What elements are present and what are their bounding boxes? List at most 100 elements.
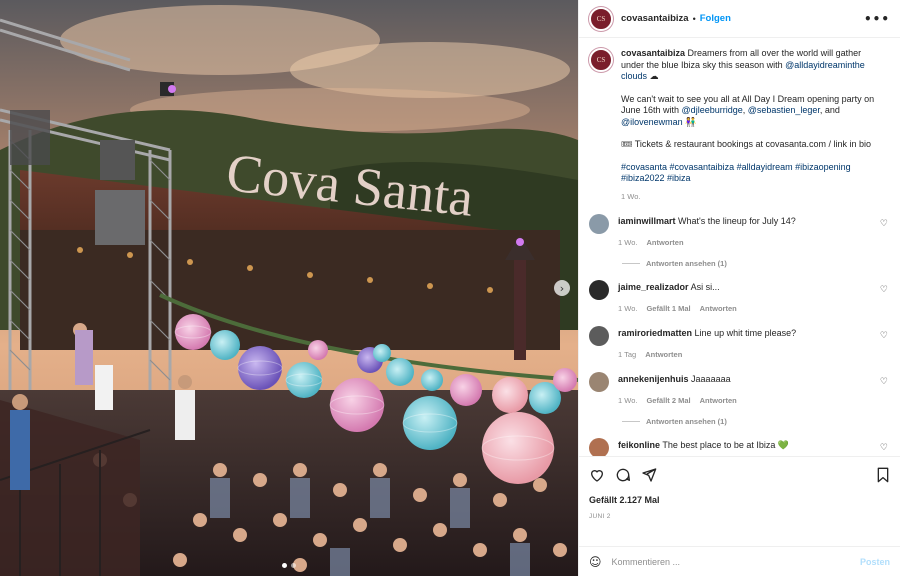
reply-button[interactable]: Antworten — [700, 395, 737, 407]
comment-likes[interactable]: Gefällt 2 Mal — [646, 395, 690, 407]
people-emoji-icon: 👫 — [685, 116, 697, 127]
caption-paragraph-2: We can't wait to see you all at All Day … — [621, 94, 883, 129]
post-date[interactable]: JUNI 2 — [589, 513, 890, 520]
bookmark-icon[interactable] — [876, 467, 890, 485]
comment-item: ramiroriedmatten Line up whit time pleas… — [589, 326, 890, 360]
profile-avatar[interactable]: CS — [589, 6, 613, 31]
caption-avatar[interactable]: CS — [589, 48, 613, 72]
comment-text: Asi si... — [690, 282, 720, 292]
comment-time[interactable]: 1 Wo. — [618, 303, 637, 315]
comment-like-icon[interactable]: ♡ — [880, 285, 888, 295]
separator-dot: • — [692, 13, 696, 24]
caption-paragraph-3: 🎟 Tickets & restaurant bookings at covas… — [621, 139, 872, 149]
commenter-avatar[interactable] — [589, 438, 609, 456]
comment-username[interactable]: jaime_realizador — [618, 282, 689, 292]
heart-icon[interactable] — [589, 467, 605, 485]
comment-time[interactable]: 1 Tag — [618, 349, 636, 361]
comment-item: annekenijenhuis Jaaaaaaa 1 Wo. Gefällt 2 M… — [589, 372, 890, 426]
cloud-emoji-icon: ☁ — [649, 71, 659, 81]
replies-line — [622, 421, 640, 422]
comment-body: iaminwillmart What's the lineup for July… — [618, 216, 868, 248]
replies-line — [622, 263, 640, 264]
comments-scroll-area[interactable]: CS covasantaibiza Dreamers from all over… — [579, 38, 900, 456]
emoji-icon[interactable]: ☺ — [589, 555, 602, 569]
comment-like-icon[interactable]: ♡ — [880, 443, 888, 453]
comment-meta: 1 Wo. Antworten — [618, 237, 868, 249]
post-side-panel: CS covasantaibiza • Folgen ••• CS covasa… — [578, 0, 900, 576]
next-image-button[interactable]: › — [554, 280, 570, 296]
commenter-avatar[interactable] — [589, 326, 609, 346]
comment-time[interactable]: 1 Wo. — [618, 395, 637, 407]
caption-username[interactable]: covasantaibiza — [621, 48, 685, 58]
post-caption: CS covasantaibiza Dreamers from all over… — [589, 48, 890, 202]
comment-text: Line up whit time please? — [694, 328, 797, 338]
comment-like-icon[interactable]: ♡ — [880, 219, 888, 229]
comment-like-icon[interactable]: ♡ — [880, 331, 888, 341]
commenter-avatar[interactable] — [589, 372, 609, 392]
view-replies-label: Antworten ansehen (1) — [646, 417, 727, 426]
post-header: CS covasantaibiza • Folgen ••• — [579, 0, 900, 38]
reply-button[interactable]: Antworten — [645, 349, 682, 361]
comment-icon[interactable] — [615, 467, 631, 485]
comment-row: annekenijenhuis Jaaaaaaa 1 Wo. Gefällt 2 M… — [589, 372, 890, 406]
separator-text: , and — [819, 105, 840, 115]
caption-body: covasantaibiza Dreamers from all over th… — [621, 48, 883, 202]
comment-username[interactable]: iaminwillmart — [618, 216, 676, 226]
comment-meta: 1 Wo. Gefällt 2 Mal Antworten — [618, 395, 868, 407]
comment-row: iaminwillmart What's the lineup for July… — [589, 214, 890, 248]
comment-username[interactable]: feikonline — [618, 440, 660, 450]
comment-likes[interactable]: Gefällt 1 Mal — [646, 303, 690, 315]
comment-username[interactable]: annekenijenhuis — [618, 374, 689, 384]
carousel-dot — [291, 563, 296, 568]
view-replies-label: Antworten ansehen (1) — [646, 259, 727, 268]
caption-time[interactable]: 1 Wo. — [621, 191, 883, 203]
comment-row: feikonline The best place to be at Ibiza… — [589, 438, 890, 456]
more-options-icon[interactable]: ••• — [864, 12, 890, 26]
comment-composer: ☺ Posten — [579, 546, 900, 576]
comment-body: annekenijenhuis Jaaaaaaa 1 Wo. Gefällt 2 M… — [618, 374, 868, 406]
comment-row: ramiroriedmatten Line up whit time pleas… — [589, 326, 890, 360]
hashtags[interactable]: #covasanta #covasantaibiza #alldayidream… — [621, 162, 883, 185]
comment-item: jaime_realizador Asi si... 1 Wo. Gefällt 1… — [589, 280, 890, 314]
comments-list: iaminwillmart What's the lineup for July… — [589, 214, 890, 456]
comment-input[interactable] — [611, 556, 860, 567]
comment-row: jaime_realizador Asi si... 1 Wo. Gefällt 1… — [589, 280, 890, 314]
post-viewer: Cova Santa › CS covasantaibiza • Folgen … — [0, 0, 900, 576]
comment-item: iaminwillmart What's the lineup for July… — [589, 214, 890, 268]
avatar-initials: CS — [596, 14, 606, 23]
comment-text: The best place to be at Ibiza 💚 — [662, 440, 790, 450]
comment-item: feikonline The best place to be at Ibiza… — [589, 438, 890, 456]
caption-paragraph-1: covasantaibiza Dreamers from all over th… — [621, 48, 883, 83]
action-icons — [589, 465, 890, 487]
avatar-initials: CS — [596, 56, 606, 64]
send-icon[interactable] — [641, 467, 657, 485]
view-replies-button[interactable]: Antworten ansehen (1) — [622, 259, 890, 268]
comment-body: jaime_realizador Asi si... 1 Wo. Gefällt 1… — [618, 282, 868, 314]
carousel-dots — [282, 563, 296, 568]
comment-meta: 1 Wo. Gefällt 1 Mal Antworten — [618, 303, 868, 315]
mention-link[interactable]: @sebastien_leger — [748, 105, 820, 115]
reply-button[interactable]: Antworten — [700, 303, 737, 315]
comment-like-icon[interactable]: ♡ — [880, 377, 888, 387]
commenter-avatar[interactable] — [589, 214, 609, 234]
party-photo-illustration: Cova Santa — [0, 0, 578, 576]
follow-button[interactable]: Folgen — [700, 13, 731, 24]
comment-text: What's the lineup for July 14? — [678, 216, 796, 226]
reply-button[interactable]: Antworten — [646, 237, 683, 249]
comment-username[interactable]: ramiroriedmatten — [618, 328, 692, 338]
comment-text: Jaaaaaaa — [691, 374, 731, 384]
commenter-avatar[interactable] — [589, 280, 609, 300]
comment-body: ramiroriedmatten Line up whit time pleas… — [618, 328, 868, 360]
post-comment-button[interactable]: Posten — [860, 557, 890, 567]
comment-body: feikonline The best place to be at Ibiza… — [618, 440, 868, 456]
post-photo[interactable]: Cova Santa › — [0, 0, 578, 576]
mention-link[interactable]: @djleeburridge — [682, 105, 743, 115]
view-replies-button[interactable]: Antworten ansehen (1) — [622, 417, 890, 426]
post-actions: Gefällt 2.127 Mal JUNI 2 — [579, 456, 900, 546]
comment-meta: 1 Tag Antworten — [618, 349, 868, 361]
comment-time[interactable]: 1 Wo. — [618, 237, 637, 249]
mention-link[interactable]: @ilovenewman — [621, 117, 683, 127]
like-count[interactable]: Gefällt 2.127 Mal — [589, 495, 890, 505]
header-username[interactable]: covasantaibiza — [621, 13, 689, 24]
carousel-dot-active — [282, 563, 287, 568]
